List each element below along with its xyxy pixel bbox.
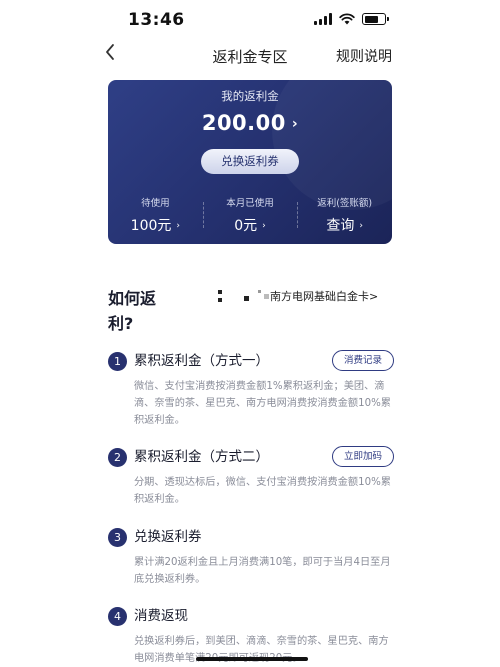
step-number: 2 xyxy=(108,448,127,467)
status-bar: 13:46 xyxy=(0,0,500,40)
rules-link[interactable]: 规则说明 xyxy=(336,46,392,66)
step-description: 兑换返利券后，到美团、滴滴、奈雪的茶、星巴克、南方电网消费单笔满20元即可返现2… xyxy=(134,636,389,664)
step-title: 消费返现 xyxy=(134,608,188,624)
stat-label: 待使用 xyxy=(141,198,170,209)
step-number: 4 xyxy=(108,607,127,626)
step-description: 微信、支付宝消费按消费金额1%累积返利金；美团、滴滴、奈雪的茶、星巴克、南方电网… xyxy=(134,381,391,426)
battery-icon xyxy=(362,13,389,25)
chevron-right-icon: › xyxy=(176,221,180,231)
stat-pending[interactable]: 待使用 100元 › xyxy=(108,195,203,237)
chevron-right-icon: › xyxy=(262,221,266,231)
step-number: 1 xyxy=(108,352,127,371)
consumption-record-button[interactable]: 消费记录 xyxy=(332,350,394,371)
card-stats: 待使用 100元 › 本月已使用 0元 › 返利(签账额) 查询 › xyxy=(108,195,392,237)
rebate-amount-value: 200.00 xyxy=(201,111,286,135)
step-title: 兑换返利券 xyxy=(134,529,202,545)
how-title-line1: 如何返 xyxy=(108,289,157,308)
chevron-right-icon: › xyxy=(291,116,299,132)
card-label: 我的返利金 xyxy=(221,89,279,103)
rebate-amount[interactable]: 200.00 › xyxy=(108,111,392,135)
stat-value: 查询 xyxy=(326,218,355,234)
status-icons xyxy=(314,13,389,25)
nav-bar: 返利金专区 规则说明 xyxy=(0,40,500,70)
boost-now-button[interactable]: 立即加码 xyxy=(332,446,394,467)
how-title-line2: 利? xyxy=(108,314,134,333)
card-type-link[interactable]: 南方电网基础白金卡> xyxy=(270,288,378,304)
status-time: 13:46 xyxy=(128,10,185,30)
page-title: 返利金专区 xyxy=(212,48,288,66)
cellular-signal-icon xyxy=(314,13,332,25)
step-title: 累积返利金（方式一） xyxy=(134,353,269,369)
step-title: 累积返利金（方式二） xyxy=(134,449,269,465)
how-section-title: 如何返 利? xyxy=(108,286,156,336)
step-description: 分期、透现达标后，微信、支付宝消费按消费金额10%累积返利金。 xyxy=(134,477,391,505)
stat-value: 100元 xyxy=(130,218,172,234)
redeem-coupon-button[interactable]: 兑换返利券 xyxy=(201,149,299,174)
stat-value: 0元 xyxy=(234,218,258,234)
home-indicator[interactable] xyxy=(196,657,308,661)
chevron-right-icon: › xyxy=(359,221,363,231)
stat-label: 返利(签账额) xyxy=(317,198,373,209)
stat-label: 本月已使用 xyxy=(226,198,274,209)
wifi-icon xyxy=(339,13,355,25)
stat-used-this-month[interactable]: 本月已使用 0元 › xyxy=(202,195,298,237)
step-description: 累计满20返利金且上月消费满10笔，即可于当月4日至月底兑换返利券。 xyxy=(134,557,391,585)
rebate-card: 我的返利金 200.00 › 兑换返利券 待使用 100元 › 本月已使用 0元 › … xyxy=(108,80,392,244)
step-number: 3 xyxy=(108,528,127,547)
stat-rebate-query[interactable]: 返利(签账额) 查询 › xyxy=(297,195,392,237)
